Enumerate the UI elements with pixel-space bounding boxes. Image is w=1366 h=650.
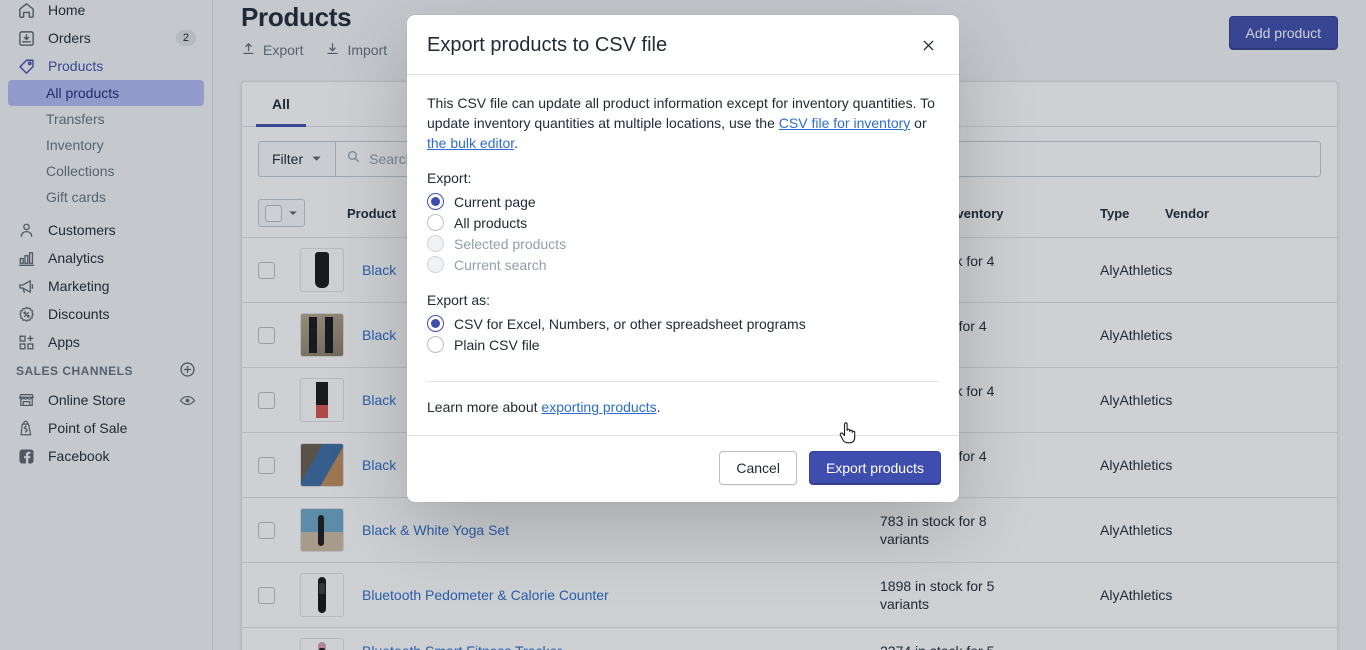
modal-description-end: .: [514, 135, 519, 151]
radio-option-current-search: Current search: [427, 254, 939, 275]
radio-label: Plain CSV file: [454, 336, 540, 353]
learn-more-prefix: Learn more about: [427, 399, 542, 415]
radio-label: CSV for Excel, Numbers, or other spreads…: [454, 315, 806, 332]
csv-file-for-inventory-link[interactable]: CSV file for inventory: [779, 115, 911, 131]
radio-label: Selected products: [454, 235, 567, 252]
radio-icon[interactable]: [427, 336, 444, 353]
radio-label: Current page: [454, 193, 536, 210]
radio-option-csv-for-excel[interactable]: CSV for Excel, Numbers, or other spreads…: [427, 313, 939, 334]
modal-footer: Cancel Export products: [407, 435, 959, 502]
radio-option-current-page[interactable]: Current page: [427, 191, 939, 212]
mouse-cursor-pointer-icon: [838, 422, 858, 451]
page-root: Home Orders 2 Products All products Tran…: [0, 0, 1366, 650]
learn-more-suffix: .: [656, 399, 661, 415]
export-group-label: Export:: [427, 170, 472, 186]
radio-label: All products: [454, 214, 528, 231]
radio-option-all-products[interactable]: All products: [427, 212, 939, 233]
export-products-modal: Export products to CSV file This CSV fil…: [407, 15, 959, 502]
bulk-editor-link[interactable]: the bulk editor: [427, 135, 514, 151]
radio-icon: [427, 256, 444, 273]
radio-label: Current search: [454, 256, 547, 273]
exporting-products-link[interactable]: exporting products: [541, 399, 656, 415]
export-products-button[interactable]: Export products: [808, 451, 941, 485]
learn-more-text: Learn more about exporting products.: [427, 382, 939, 435]
radio-icon[interactable]: [427, 315, 444, 332]
radio-icon: [427, 235, 444, 252]
close-icon[interactable]: [917, 35, 939, 57]
radio-icon[interactable]: [427, 214, 444, 231]
radio-option-selected-products: Selected products: [427, 233, 939, 254]
modal-title: Export products to CSV file: [427, 34, 668, 56]
modal-body: This CSV file can update all product inf…: [407, 75, 959, 435]
modal-header: Export products to CSV file: [407, 15, 959, 75]
modal-description: This CSV file can update all product inf…: [427, 93, 939, 153]
export-as-group-label: Export as:: [427, 292, 491, 308]
modal-description-mid: or: [910, 115, 927, 131]
cancel-button[interactable]: Cancel: [719, 451, 797, 485]
radio-icon[interactable]: [427, 193, 444, 210]
radio-option-plain-csv[interactable]: Plain CSV file: [427, 334, 939, 355]
